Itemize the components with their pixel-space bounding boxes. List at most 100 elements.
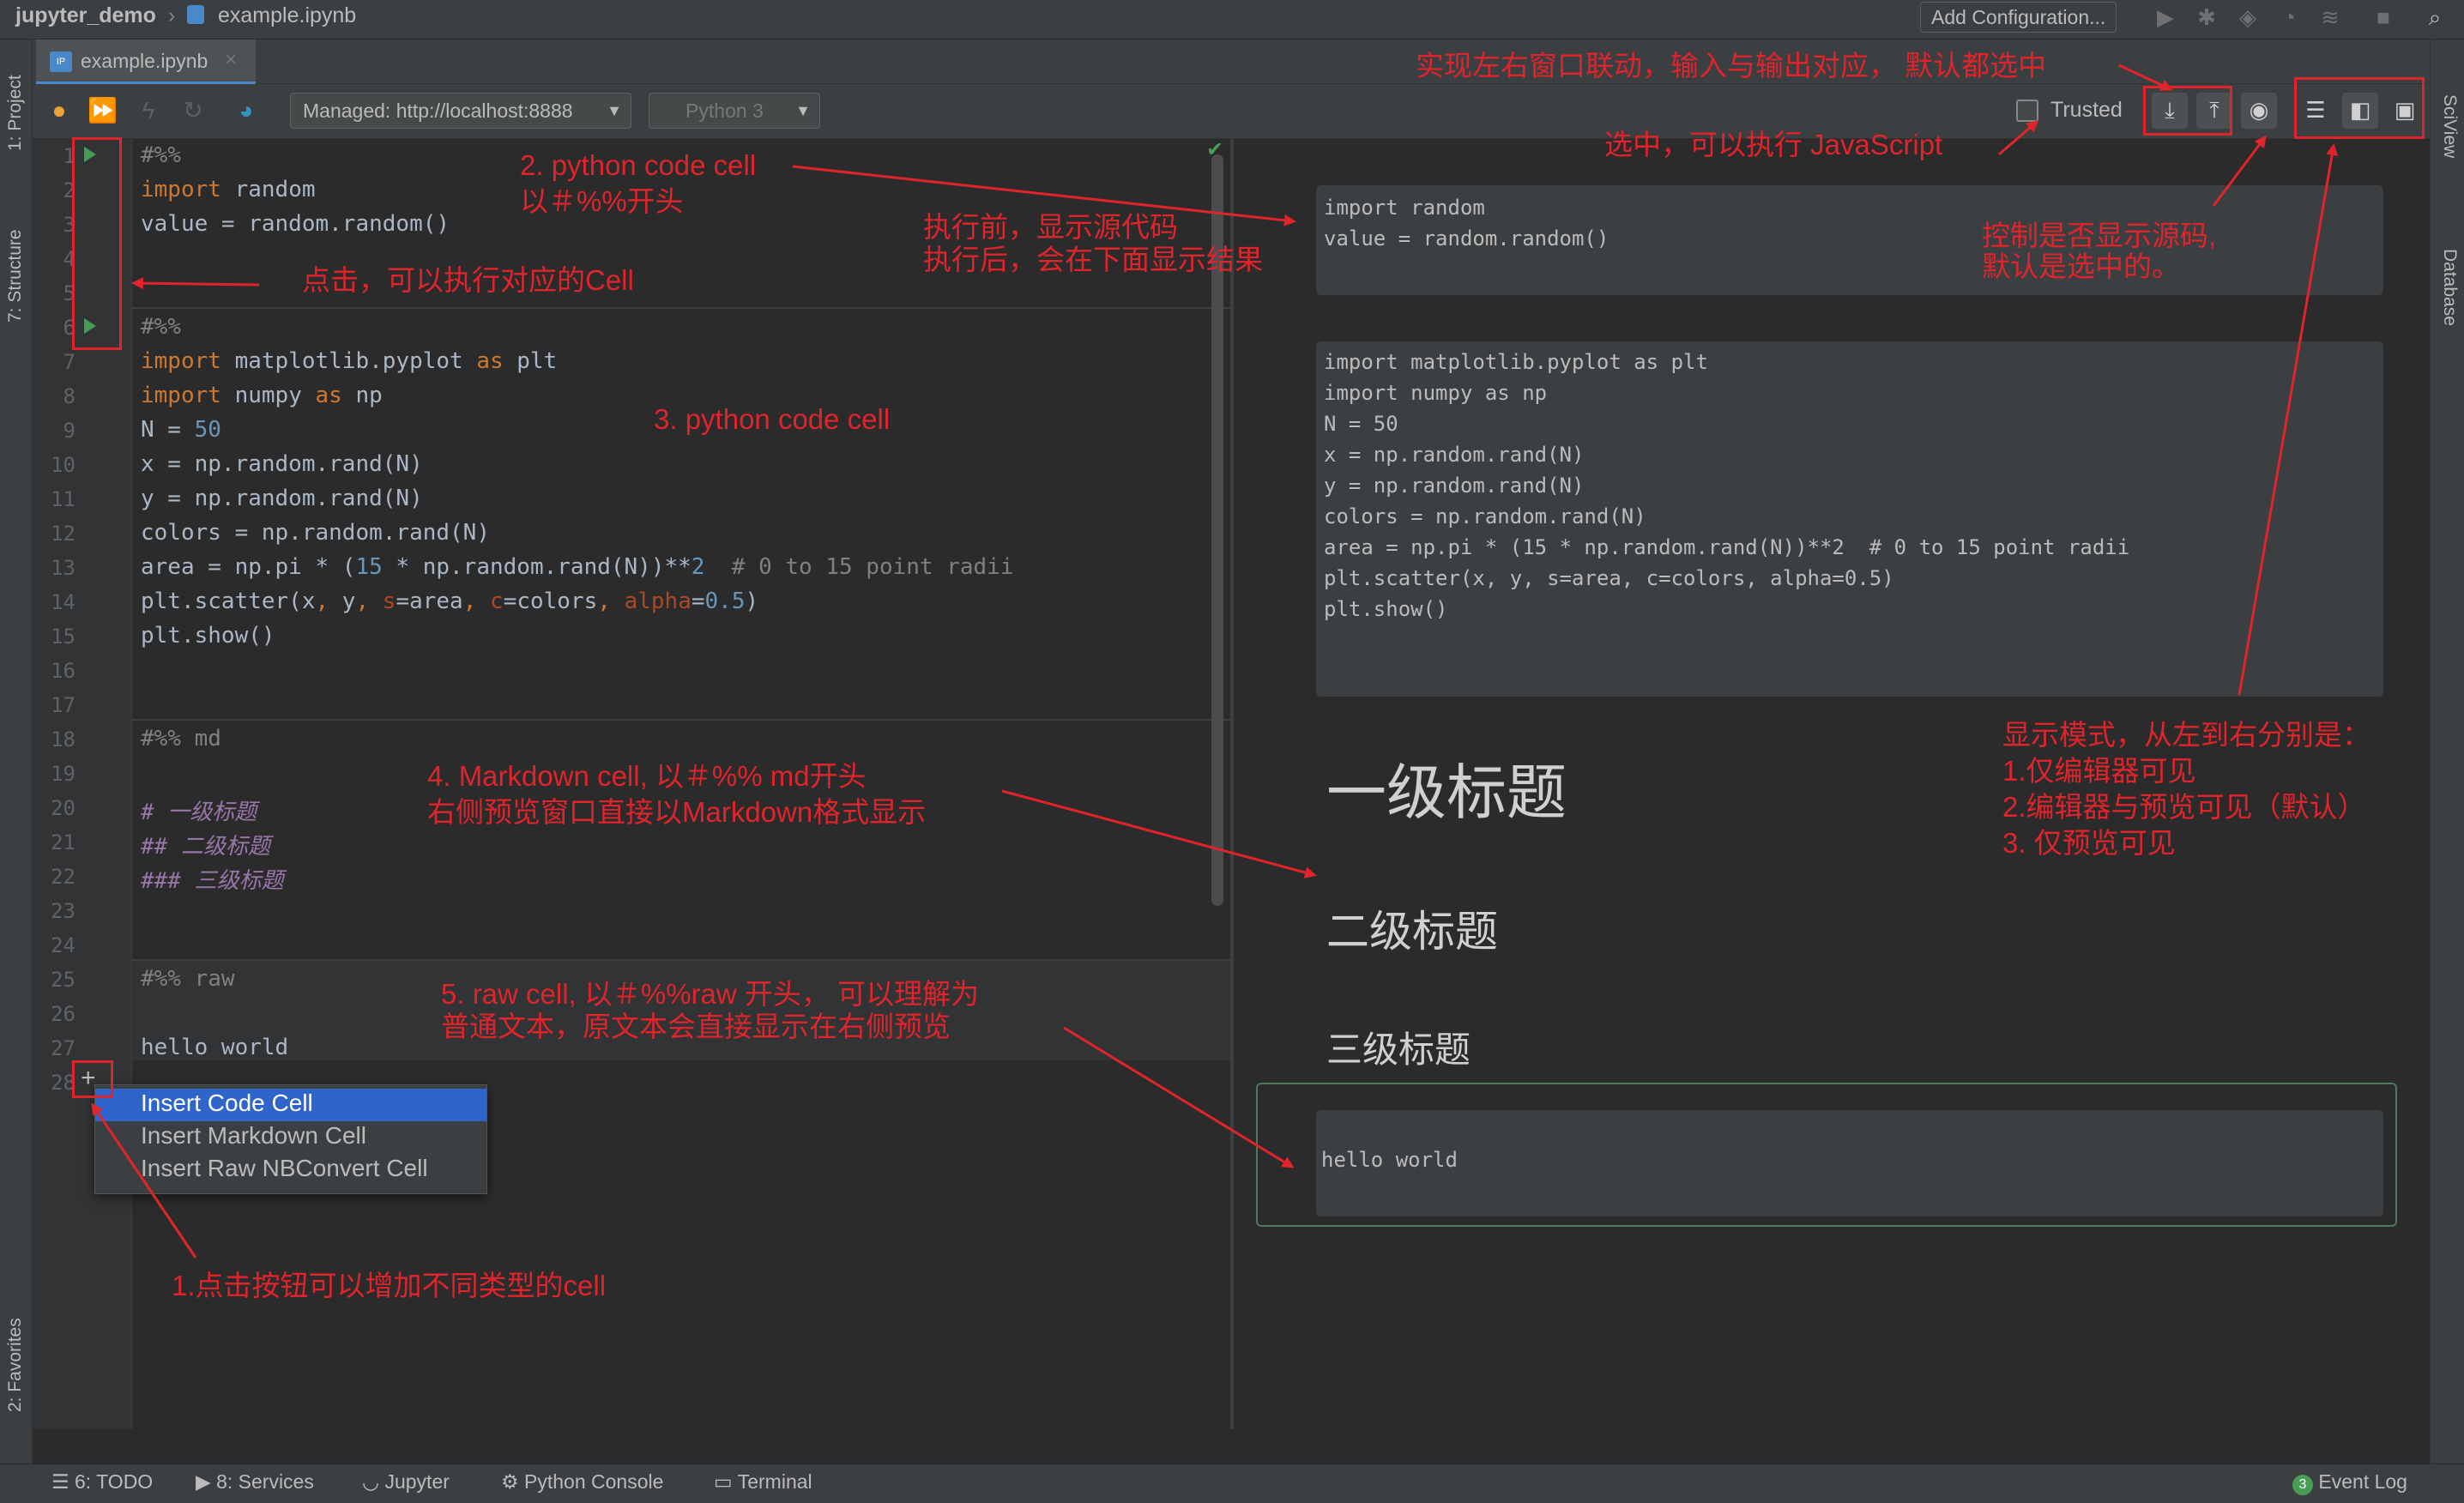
code-line: hello world bbox=[141, 1035, 289, 1060]
favorites-tool-button[interactable]: 2: Favorites bbox=[5, 1318, 26, 1412]
line-number: 20 bbox=[51, 796, 75, 820]
code-line: plt.scatter(x, y, s=area, c=colors, alph… bbox=[141, 589, 759, 614]
services-tool-button[interactable]: ▶ 8: Services bbox=[196, 1470, 314, 1494]
line-number: 10 bbox=[51, 453, 75, 477]
editor-tab-row bbox=[33, 39, 2430, 84]
line-number: 25 bbox=[51, 968, 75, 992]
right-tool-strip: SciView Database bbox=[2430, 39, 2464, 1464]
code-line: #%% md bbox=[141, 726, 221, 752]
line-number: 24 bbox=[51, 933, 75, 957]
line-number: 15 bbox=[51, 625, 75, 649]
code-line: import random bbox=[141, 177, 316, 202]
stop-icon[interactable]: ■ bbox=[2370, 3, 2397, 31]
database-tool-button[interactable]: Database bbox=[2439, 249, 2460, 326]
python-console-tool-button[interactable]: ⚙ Python Console bbox=[501, 1470, 663, 1494]
todo-label: 6: TODO bbox=[75, 1470, 154, 1493]
left-tool-strip: 1: Project 7: Structure 2: Favorites bbox=[0, 39, 33, 1464]
coverage-icon[interactable]: ◈ bbox=[2234, 3, 2262, 31]
annotation-source-line2: 默认是选中的。 bbox=[1982, 250, 2180, 282]
project-breadcrumb[interactable]: jupyter_demo bbox=[15, 3, 156, 28]
run-icon[interactable]: ▶ bbox=[2152, 3, 2179, 31]
project-tool-button[interactable]: 1: Project bbox=[5, 75, 26, 151]
code-line: value = random.random() bbox=[141, 211, 450, 237]
preview-code-line: y = np.random.rand(N) bbox=[1324, 474, 1585, 498]
close-tab-icon[interactable]: × bbox=[225, 48, 237, 72]
line-number: 3 bbox=[63, 213, 75, 237]
code-line: ### 三级标题 bbox=[141, 868, 284, 894]
preview-code-line: N = 50 bbox=[1324, 412, 1398, 436]
line-number: 9 bbox=[63, 419, 75, 443]
line-number: 28 bbox=[51, 1071, 75, 1095]
annotation-add-cell: 1.点击按钮可以增加不同类型的cell bbox=[172, 1270, 607, 1301]
interrupt-kernel-icon[interactable]: ϟ bbox=[134, 96, 163, 125]
preview-code-line: x = np.random.rand(N) bbox=[1324, 443, 1585, 467]
preview-code-line: value = random.random() bbox=[1324, 226, 1609, 250]
concurrency-icon[interactable]: ≋ bbox=[2316, 3, 2344, 31]
terminal-label: Terminal bbox=[737, 1470, 812, 1493]
markdown-h3: 三级标题 bbox=[1326, 1029, 1471, 1070]
annotation-sync: 实现左右窗口联动，输入与输出对应， 默认都选中 bbox=[1416, 50, 2047, 81]
code-line: N = 50 bbox=[141, 417, 221, 443]
jupyter-server-icon[interactable]: ◕ bbox=[232, 96, 261, 125]
markdown-h1: 一级标题 bbox=[1326, 759, 1567, 826]
preview-code-line: plt.scatter(x, y, s=area, c=colors, alph… bbox=[1324, 566, 1894, 590]
tab-label: example.ipynb bbox=[81, 50, 208, 72]
annotation-raw-line1: 5. raw cell, 以＃%%raw 开头， 可以理解为 bbox=[441, 978, 980, 1010]
code-line: #%% raw bbox=[141, 966, 235, 992]
code-line: area = np.pi * (15 * np.random.rand(N))*… bbox=[141, 554, 1014, 580]
event-count-badge: 3 bbox=[2292, 1475, 2313, 1495]
file-breadcrumb[interactable]: example.ipynb bbox=[218, 3, 356, 28]
search-everywhere-icon[interactable]: ⌕ bbox=[2421, 3, 2449, 31]
insert-raw-cell-item[interactable]: Insert Raw NBConvert Cell bbox=[141, 1155, 428, 1182]
preview-code-line: area = np.pi * (15 * np.random.rand(N))*… bbox=[1324, 535, 2130, 559]
line-number: 21 bbox=[51, 830, 75, 854]
preview-code-line: import numpy as np bbox=[1324, 381, 1548, 405]
profile-icon[interactable]: ◔ bbox=[2275, 3, 2303, 31]
restart-kernel-icon[interactable]: ↻ bbox=[178, 96, 208, 125]
todo-tool-button[interactable]: ☰ 6: TODO bbox=[51, 1470, 153, 1494]
add-configuration-button[interactable]: Add Configuration... bbox=[1920, 2, 2117, 33]
line-number: 18 bbox=[51, 727, 75, 752]
chevron-down-icon: ▼ bbox=[607, 102, 622, 119]
line-number: 16 bbox=[51, 659, 75, 683]
preview-code-line: import matplotlib.pyplot as plt bbox=[1324, 350, 1708, 374]
line-number: 27 bbox=[51, 1036, 75, 1060]
line-number: 26 bbox=[51, 1002, 75, 1026]
tab-example-ipynb[interactable]: IP example.ipynb × bbox=[36, 39, 256, 84]
code-line: x = np.random.rand(N) bbox=[141, 451, 423, 477]
server-select[interactable]: Managed: http://localhost:8888 ▼ bbox=[290, 93, 631, 129]
chevron-down-icon: ▼ bbox=[795, 102, 811, 119]
annotation-markdown-line2: 右侧预览窗口直接以Markdown格式显示 bbox=[427, 796, 927, 828]
event-log-label: Event Log bbox=[2318, 1470, 2407, 1493]
line-number: 1 bbox=[63, 144, 75, 168]
preview-raw-cell bbox=[1316, 1110, 2383, 1216]
annotation-mode-line2: 1.仅编辑器可见 bbox=[2002, 755, 2196, 787]
line-number: 5 bbox=[63, 281, 75, 305]
jupyter-tool-button[interactable]: ◡ Jupyter bbox=[362, 1470, 450, 1494]
preview-code-line: import random bbox=[1324, 196, 1485, 220]
cell-separator bbox=[132, 307, 1230, 309]
trusted-checkbox[interactable] bbox=[2016, 100, 2038, 122]
server-select-label: Managed: http://localhost:8888 bbox=[303, 100, 573, 122]
event-log-button[interactable]: 3 Event Log bbox=[2292, 1470, 2407, 1495]
python-console-label: Python Console bbox=[524, 1470, 664, 1493]
add-cell-highlight-box bbox=[72, 1060, 113, 1098]
line-number: 8 bbox=[63, 384, 75, 408]
sciview-tool-button[interactable]: SciView bbox=[2439, 94, 2460, 158]
kernel-select[interactable]: Python 3 ▼ bbox=[649, 93, 820, 129]
bulb-icon[interactable]: ● bbox=[45, 96, 74, 125]
terminal-tool-button[interactable]: ▭ Terminal bbox=[714, 1470, 812, 1494]
view-mode-highlight-box bbox=[2294, 77, 2425, 139]
insert-markdown-cell-item[interactable]: Insert Markdown Cell bbox=[141, 1122, 366, 1150]
code-line: #%% bbox=[141, 314, 181, 340]
preview-code-line: plt.show() bbox=[1324, 597, 1448, 621]
annotation-cell-3: 3. python code cell bbox=[654, 403, 891, 435]
annotation-mode-line3: 2.编辑器与预览可见（默认） bbox=[2002, 791, 2366, 823]
line-number: 11 bbox=[51, 487, 75, 511]
debug-icon[interactable]: ✱ bbox=[2193, 3, 2220, 31]
run-all-icon[interactable]: ⏩ bbox=[88, 96, 118, 125]
insert-code-cell-item[interactable]: Insert Code Cell bbox=[141, 1090, 313, 1117]
annotation-cell-2-line2: 以＃%%开头 bbox=[520, 185, 684, 217]
show-source-eye-icon[interactable]: ◉ bbox=[2241, 93, 2277, 129]
structure-tool-button[interactable]: 7: Structure bbox=[5, 229, 26, 323]
